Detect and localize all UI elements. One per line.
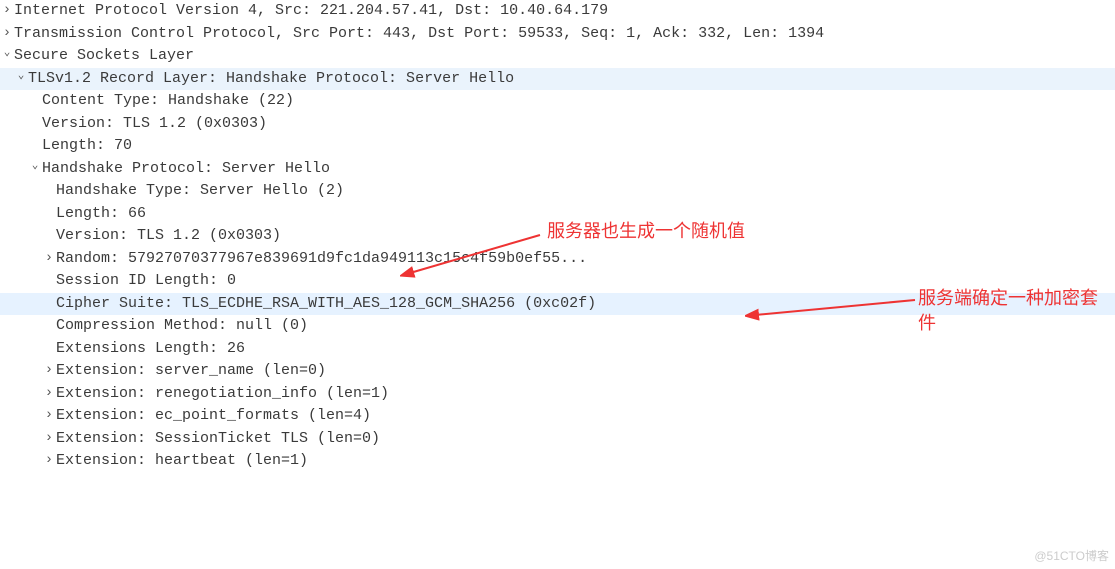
tree-row-label: TLSv1.2 Record Layer: Handshake Protocol… [28, 68, 514, 91]
packet-tree: Internet Protocol Version 4, Src: 221.20… [0, 0, 1115, 473]
tree-row-label: Extension: renegotiation_info (len=1) [56, 383, 389, 406]
tree-row[interactable]: Transmission Control Protocol, Src Port:… [0, 23, 1115, 46]
tree-row[interactable]: Version: TLS 1.2 (0x0303) [0, 113, 1115, 136]
chevron-right-icon[interactable] [42, 428, 56, 449]
tree-row[interactable]: Extension: heartbeat (len=1) [0, 450, 1115, 473]
tree-row-label: Secure Sockets Layer [14, 45, 194, 68]
tree-row-label: Random: 57927070377967e839691d9fc1da9491… [56, 248, 587, 271]
chevron-right-icon[interactable] [42, 248, 56, 269]
chevron-right-icon[interactable] [0, 23, 14, 44]
tree-row[interactable]: Extension: ec_point_formats (len=4) [0, 405, 1115, 428]
tree-row-label: Length: 66 [56, 203, 146, 226]
chevron-down-icon[interactable] [28, 158, 42, 175]
tree-row[interactable]: Extension: SessionTicket TLS (len=0) [0, 428, 1115, 451]
chevron-down-icon[interactable] [0, 45, 14, 62]
tree-row-label: Length: 70 [42, 135, 132, 158]
tree-row[interactable]: Cipher Suite: TLS_ECDHE_RSA_WITH_AES_128… [0, 293, 1115, 316]
chevron-down-icon[interactable] [14, 68, 28, 85]
chevron-right-icon[interactable] [42, 360, 56, 381]
tree-row[interactable]: Length: 70 [0, 135, 1115, 158]
chevron-right-icon[interactable] [42, 405, 56, 426]
tree-row-label: Compression Method: null (0) [56, 315, 308, 338]
tree-row[interactable]: Extension: renegotiation_info (len=1) [0, 383, 1115, 406]
tree-row-label: Transmission Control Protocol, Src Port:… [14, 23, 824, 46]
tree-row[interactable]: Secure Sockets Layer [0, 45, 1115, 68]
tree-row[interactable]: Extensions Length: 26 [0, 338, 1115, 361]
tree-row-label: Content Type: Handshake (22) [42, 90, 294, 113]
tree-row[interactable]: Handshake Type: Server Hello (2) [0, 180, 1115, 203]
tree-row-label: Cipher Suite: TLS_ECDHE_RSA_WITH_AES_128… [56, 293, 596, 316]
tree-row-label: Session ID Length: 0 [56, 270, 236, 293]
tree-row-label: Handshake Protocol: Server Hello [42, 158, 330, 181]
tree-row-label: Internet Protocol Version 4, Src: 221.20… [14, 0, 608, 23]
tree-row[interactable]: Internet Protocol Version 4, Src: 221.20… [0, 0, 1115, 23]
tree-row[interactable]: Session ID Length: 0 [0, 270, 1115, 293]
tree-row-label: Version: TLS 1.2 (0x0303) [56, 225, 281, 248]
tree-row[interactable]: Random: 57927070377967e839691d9fc1da9491… [0, 248, 1115, 271]
tree-row-label: Extension: SessionTicket TLS (len=0) [56, 428, 380, 451]
watermark: @51CTO博客 [1034, 547, 1109, 565]
tree-row[interactable]: Length: 66 [0, 203, 1115, 226]
tree-row[interactable]: Extension: server_name (len=0) [0, 360, 1115, 383]
tree-row-label: Extensions Length: 26 [56, 338, 245, 361]
tree-row[interactable]: Version: TLS 1.2 (0x0303) [0, 225, 1115, 248]
chevron-right-icon[interactable] [42, 383, 56, 404]
chevron-right-icon[interactable] [42, 450, 56, 471]
tree-row-label: Version: TLS 1.2 (0x0303) [42, 113, 267, 136]
tree-row[interactable]: Handshake Protocol: Server Hello [0, 158, 1115, 181]
tree-row[interactable]: Content Type: Handshake (22) [0, 90, 1115, 113]
chevron-right-icon[interactable] [0, 0, 14, 21]
tree-row-label: Extension: ec_point_formats (len=4) [56, 405, 371, 428]
tree-row-label: Extension: heartbeat (len=1) [56, 450, 308, 473]
tree-row[interactable]: Compression Method: null (0) [0, 315, 1115, 338]
tree-row-label: Extension: server_name (len=0) [56, 360, 326, 383]
tree-row[interactable]: TLSv1.2 Record Layer: Handshake Protocol… [0, 68, 1115, 91]
tree-row-label: Handshake Type: Server Hello (2) [56, 180, 344, 203]
